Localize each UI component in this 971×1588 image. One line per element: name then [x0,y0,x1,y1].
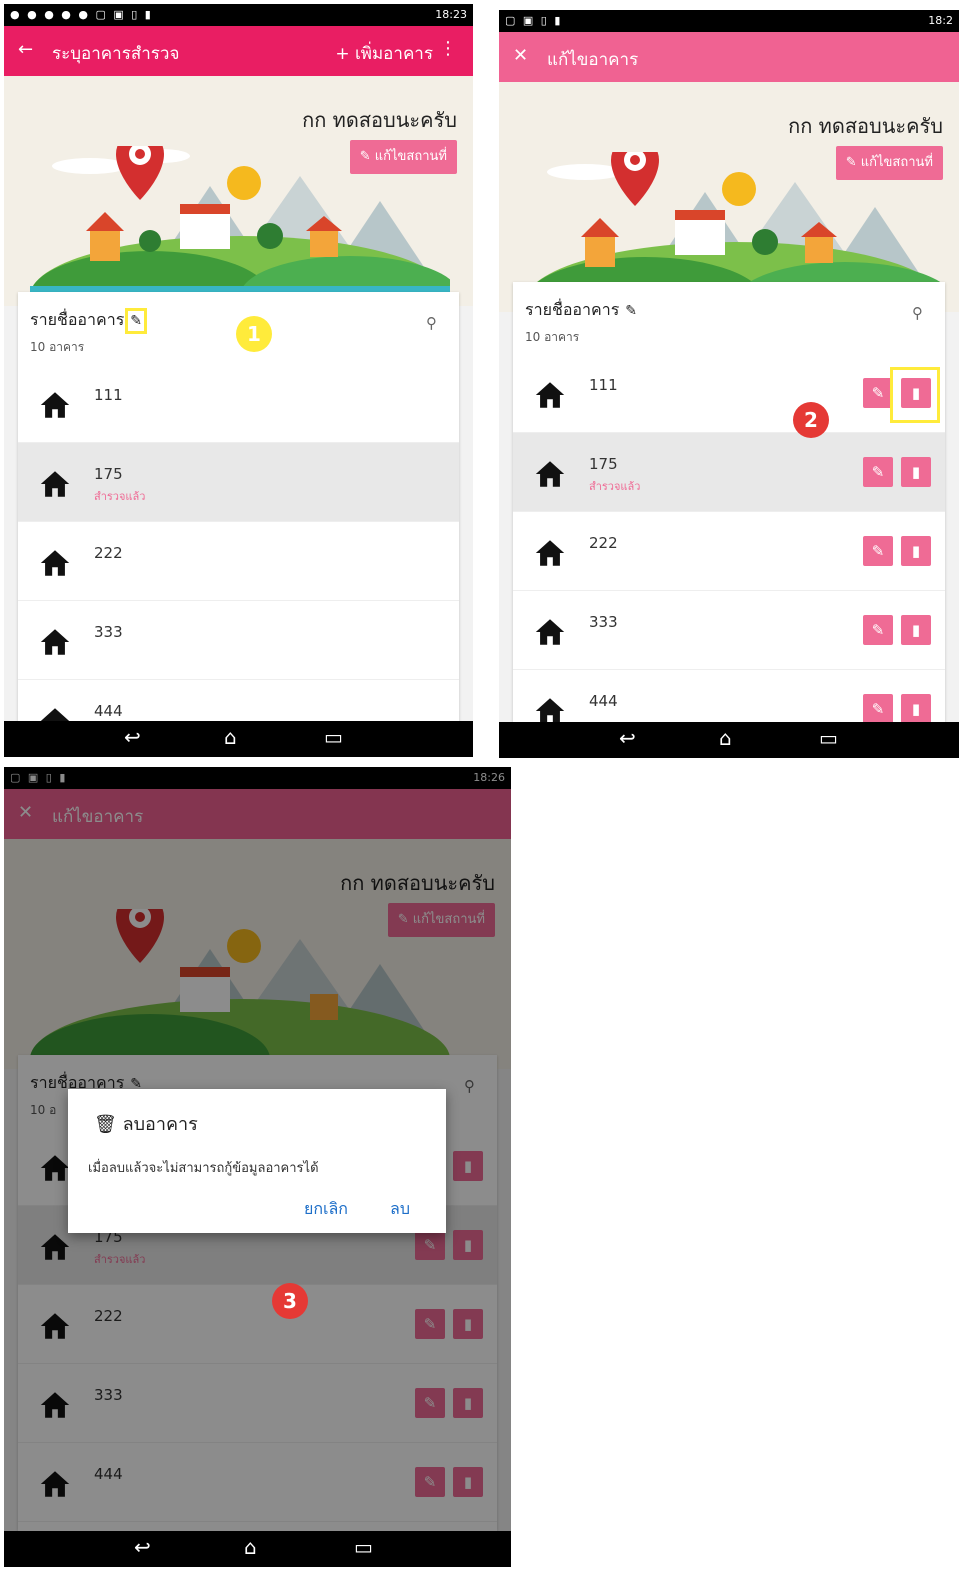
highlight-box [890,367,940,423]
building-name: 175 [94,465,123,483]
list-title-text: รายชื่ออาคาร [30,310,125,329]
house-icon [535,540,565,566]
app-bar-title: แก้ไขอาคาร [547,50,639,70]
delete-building-button[interactable]: ▮ [901,694,931,724]
list-header: รายชื่ออาคาร ✎ 10 อาคาร ⚲ [513,282,945,354]
confirm-delete-button[interactable]: ลบ [390,1197,410,1222]
list-item[interactable]: 111 ✎ ▮ [513,354,945,433]
list-title-text: รายชื่ออาคาร [525,300,620,319]
back-icon[interactable]: ↩ [619,726,636,750]
house-icon [535,619,565,645]
list-item[interactable]: 111 [18,364,459,443]
dialog-title: 🗑 ลบอาคาร [94,1109,198,1138]
house-icon [40,550,70,576]
building-count: 10 อาคาร [525,330,580,344]
status-bar: ▢ ▣ ▯ ▮ 18:2 [499,10,959,32]
edit-building-button[interactable]: ✎ [863,457,893,487]
building-name: 175 [589,455,618,473]
recents-icon[interactable]: ▭ [324,725,343,749]
village-illustration [525,152,945,302]
dialog-title-text: ลบอาคาร [122,1114,198,1135]
building-status: สำรวจแล้ว [589,480,641,493]
edit-building-button[interactable]: ✎ [863,615,893,645]
building-name: 111 [94,386,123,404]
delete-building-button[interactable]: ▮ [901,536,931,566]
building-name: 444 [589,692,618,710]
hero-banner: กก ทดสอบนะครับ ✎ แก้ไขสถานที่ [4,76,473,306]
home-icon[interactable]: ⌂ [244,1535,257,1559]
village-illustration [30,146,450,296]
notification-icons: ● ● ● ● ● ▢ ▣ ▯ ▮ [10,8,153,21]
app-bar: ← ระบุอาคารสำรวจ + เพิ่มอาคาร ⋮ [4,26,473,76]
more-vert-icon[interactable]: ⋮ [439,38,457,59]
delete-building-button[interactable]: ▮ [901,615,931,645]
add-building-button[interactable]: + เพิ่มอาคาร [335,40,433,67]
app-bar-title: ระบุอาคารสำรวจ [52,44,180,64]
list-item[interactable]: 175 สำรวจแล้ว [18,443,459,522]
search-icon[interactable]: ⚲ [426,314,437,332]
house-icon [535,461,565,487]
edit-building-button[interactable]: ✎ [863,694,893,724]
building-name: 444 [94,702,123,720]
edit-list-pencil-icon[interactable]: ✎ [625,303,637,319]
step-badge: 2 [793,402,829,438]
recents-icon[interactable]: ▭ [819,726,838,750]
house-icon [535,382,565,408]
building-name: 333 [589,613,618,631]
building-status: สำรวจแล้ว [94,490,146,503]
screen-2: ▢ ▣ ▯ ▮ 18:2 ✕ แก้ไขอาคาร กก ทดสอบนะครับ… [499,10,959,758]
home-icon[interactable]: ⌂ [224,725,237,749]
house-icon [40,392,70,418]
cancel-button[interactable]: ยกเลิก [304,1197,348,1222]
status-time: 18:23 [435,8,467,21]
app-bar: ✕ แก้ไขอาคาร [499,32,959,82]
search-icon[interactable]: ⚲ [912,304,923,322]
close-icon[interactable]: ✕ [513,45,528,66]
list-title: รายชื่ออาคาร ✎ [30,308,147,334]
list-title: รายชื่ออาคาร ✎ [525,298,637,323]
edit-building-button[interactable]: ✎ [863,378,893,408]
status-time: 18:2 [928,14,953,27]
back-arrow-icon[interactable]: ← [18,39,33,60]
screen-1: ● ● ● ● ● ▢ ▣ ▯ ▮ 18:23 ← ระบุอาคารสำรวจ… [4,4,473,757]
step-badge: 1 [236,316,272,352]
list-item[interactable]: 222 ✎ ▮ [513,512,945,591]
place-name: กก ทดสอบนะครับ [302,108,457,132]
trash-icon: 🗑 [94,1114,117,1135]
step-badge: 3 [272,1283,308,1319]
list-item[interactable]: 333 [18,601,459,680]
building-name: 333 [94,623,123,641]
building-name: 222 [94,544,123,562]
list-item[interactable]: 333 ✎ ▮ [513,591,945,670]
back-icon[interactable]: ↩ [134,1535,151,1559]
android-nav-bar: ↩ ⌂ ▭ [499,722,959,758]
edit-building-button[interactable]: ✎ [863,536,893,566]
home-icon[interactable]: ⌂ [719,726,732,750]
edit-list-pencil-icon[interactable]: ✎ [125,308,147,334]
place-name: กก ทดสอบนะครับ [788,114,943,138]
recents-icon[interactable]: ▭ [354,1535,373,1559]
building-count: 10 อาคาร [30,340,85,354]
building-name: 222 [589,534,618,552]
back-icon[interactable]: ↩ [124,725,141,749]
delete-dialog: 🗑 ลบอาคาร เมื่อลบแล้วจะไม่สามารถกู้ข้อมู… [68,1089,446,1233]
building-list-card: รายชื่ออาคาร ✎ 10 อาคาร ⚲ 111 175 สำรวจแล… [18,292,459,757]
list-item[interactable]: 222 [18,522,459,601]
screen-3: ▢ ▣ ▯ ▮ 18:26 ✕ แก้ไขอาคาร กก ทดสอบนะครั… [4,767,511,1567]
hero-banner: กก ทดสอบนะครับ ✎ แก้ไขสถานที่ [499,82,959,312]
building-list-card: รายชื่ออาคาร ✎ 10 อาคาร ⚲ 111 ✎ ▮ 175 สำร… [513,282,945,749]
list-item[interactable]: 175 สำรวจแล้ว ✎ ▮ [513,433,945,512]
delete-building-button[interactable]: ▮ [901,457,931,487]
android-nav-bar: ↩ ⌂ ▭ [4,721,473,757]
building-name: 111 [589,376,618,394]
house-icon [40,471,70,497]
status-bar: ● ● ● ● ● ▢ ▣ ▯ ▮ 18:23 [4,4,473,26]
android-nav-bar: ↩ ⌂ ▭ [4,1531,511,1567]
notification-icons: ▢ ▣ ▯ ▮ [505,14,563,27]
dialog-message: เมื่อลบแล้วจะไม่สามารถกู้ข้อมูลอาคารได้ [88,1161,319,1176]
house-icon [40,629,70,655]
